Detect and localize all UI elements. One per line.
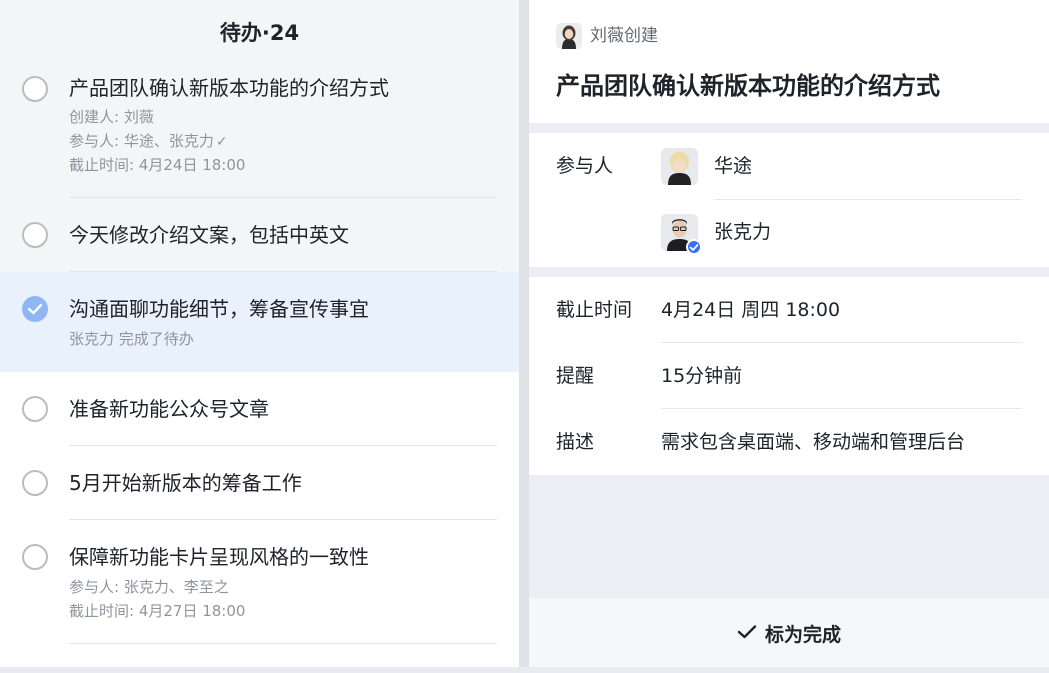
- reminder-row[interactable]: 提醒 15分钟前: [529, 343, 1049, 409]
- task-detail-pane: 刘薇创建 产品团队确认新版本功能的介绍方式 参与人 华途 张克力 截止时间 4月…: [529, 0, 1049, 667]
- task-title: 今天修改介绍文案，包括中英文: [69, 223, 349, 247]
- task-item[interactable]: 今天修改介绍文案，包括中英文: [0, 198, 519, 272]
- divider: [69, 643, 497, 644]
- person-avatar-icon: [661, 148, 698, 185]
- task-checkbox[interactable]: [22, 396, 48, 422]
- task-item-selected[interactable]: 沟通面聊功能细节，筹备宣传事宜 张克力 完成了待办: [0, 272, 519, 372]
- mark-done-button[interactable]: 标为完成: [529, 598, 1049, 667]
- detail-header-card: 刘薇创建 产品团队确认新版本功能的介绍方式: [529, 0, 1049, 123]
- description-row[interactable]: 描述 需求包含桌面端、移动端和管理后台: [529, 409, 1049, 475]
- avatar: [661, 148, 698, 185]
- task-status: 张克力 完成了待办: [69, 330, 194, 348]
- task-participants: 参与人: 张克力、李至之: [69, 578, 229, 596]
- task-title: 准备新功能公众号文章: [69, 397, 269, 421]
- task-creator: 创建人: 刘薇: [69, 108, 154, 126]
- todo-list-pane: 待办·24 产品团队确认新版本功能的介绍方式 创建人: 刘薇 参与人: 华途、张…: [0, 0, 519, 667]
- task-item[interactable]: 保障新功能卡片呈现风格的一致性 参与人: 张克力、李至之 截止时间: 4月27日…: [0, 520, 519, 644]
- task-checkbox[interactable]: [22, 470, 48, 496]
- participants-label: 参与人: [556, 155, 614, 177]
- checkmark-icon: [737, 597, 757, 671]
- creator-label: 刘薇创建: [590, 26, 658, 46]
- task-title: 保障新功能卡片呈现风格的一致性: [69, 545, 369, 569]
- task-checkbox[interactable]: [22, 222, 48, 248]
- task-item[interactable]: 准备新功能公众号文章: [0, 372, 519, 446]
- task-title: 产品团队确认新版本功能的介绍方式: [69, 76, 389, 100]
- participant-item[interactable]: 张克力: [661, 214, 1021, 264]
- participant-name: 张克力: [714, 221, 772, 243]
- task-fields-card: 截止时间 4月24日 周四 18:00 提醒 15分钟前 描述 需求包含桌面端、…: [529, 277, 1049, 475]
- participant-name: 华途: [714, 155, 753, 177]
- check-icon: ✓: [215, 134, 228, 150]
- deadline-row[interactable]: 截止时间 4月24日 周四 18:00: [529, 277, 1049, 343]
- participant-item[interactable]: 华途: [661, 148, 1021, 198]
- divider: [714, 199, 1022, 200]
- checkmark-icon: [27, 303, 43, 315]
- task-deadline: 截止时间: 4月24日 18:00: [69, 156, 246, 174]
- task-item[interactable]: 产品团队确认新版本功能的介绍方式 创建人: 刘薇 参与人: 华途、张克力 ✓ 截止…: [0, 66, 519, 198]
- verified-badge-icon: [686, 239, 702, 255]
- task-deadline: 截止时间: 4月27日 18:00: [69, 602, 246, 620]
- reminder-label: 提醒: [556, 365, 595, 387]
- mark-done-label: 标为完成: [764, 624, 841, 646]
- detail-footer: 标为完成: [529, 598, 1049, 667]
- description-value: 需求包含桌面端、移动端和管理后台: [661, 431, 966, 453]
- task-item[interactable]: 5月开始新版本的筹备工作: [0, 446, 519, 520]
- pane-divider[interactable]: [519, 0, 529, 667]
- deadline-value: 4月24日 周四 18:00: [661, 299, 841, 321]
- person-avatar-icon: [556, 23, 582, 49]
- task-checkbox[interactable]: [22, 76, 48, 102]
- description-label: 描述: [556, 431, 595, 453]
- task-participants: 参与人: 华途、张克力 ✓: [69, 129, 228, 154]
- task-checkbox-checked[interactable]: [22, 296, 48, 322]
- task-title: 5月开始新版本的筹备工作: [69, 471, 302, 495]
- task-title: 沟通面聊功能细节，筹备宣传事宜: [69, 297, 369, 321]
- reminder-value: 15分钟前: [661, 365, 743, 387]
- deadline-label: 截止时间: [556, 299, 633, 321]
- task-participants-text: 参与人: 华途、张克力: [69, 132, 214, 150]
- task-checkbox[interactable]: [22, 544, 48, 570]
- todo-list-header: 待办·24: [0, 0, 519, 66]
- page-title: 产品团队确认新版本功能的介绍方式: [556, 72, 940, 100]
- participants-card: 参与人 华途 张克力: [529, 133, 1049, 267]
- avatar: [556, 23, 582, 49]
